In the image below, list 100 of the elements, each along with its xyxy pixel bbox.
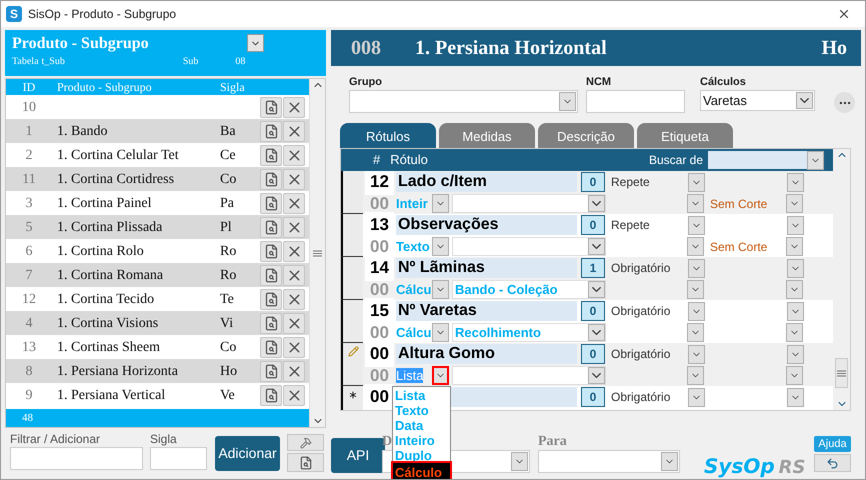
dropdown-button[interactable] [786, 323, 803, 342]
type-dropdown-button[interactable] [432, 237, 449, 256]
table-row[interactable]: 1 1. Bando Ba [6, 119, 309, 143]
back-button[interactable] [814, 454, 851, 472]
dropdown-button[interactable] [687, 237, 704, 256]
dropdown-button[interactable] [247, 34, 264, 52]
count-field[interactable]: 0 [581, 387, 605, 407]
dropdown-button[interactable] [688, 388, 705, 406]
delete-button[interactable] [283, 216, 305, 238]
delete-button[interactable] [283, 312, 305, 334]
table-row[interactable]: 4 1. Cortina Visions Vi [6, 311, 309, 335]
delete-button[interactable] [283, 192, 305, 214]
dropdown-button[interactable] [688, 172, 705, 192]
view-button[interactable] [260, 312, 282, 334]
source-select[interactable] [452, 194, 606, 213]
view-button[interactable] [260, 144, 282, 166]
id-cell-text: 3 [24, 194, 34, 212]
count-field[interactable]: 0 [581, 215, 605, 235]
more-button[interactable] [834, 92, 855, 113]
count-field[interactable]: 0 [581, 172, 605, 192]
table-label: Tabela [12, 55, 39, 69]
delete-button[interactable] [283, 384, 305, 406]
label-field[interactable]: Nº Lãminas [396, 258, 577, 278]
view-button[interactable] [260, 360, 282, 382]
dropdown-button[interactable] [787, 388, 804, 406]
view-button[interactable] [260, 216, 282, 238]
delete-button[interactable] [283, 96, 305, 118]
table-row[interactable]: 11 1. Cortina Cortidress Co [6, 167, 309, 191]
dropdown-button[interactable] [688, 216, 705, 234]
search-select[interactable] [708, 151, 824, 169]
dropdown-button[interactable] [787, 344, 804, 364]
label-field[interactable]: Altura Gomo [396, 344, 577, 364]
label-field[interactable]: Nº Varetas [396, 301, 577, 321]
view-button[interactable] [260, 264, 282, 286]
dropdown-button[interactable] [787, 302, 804, 320]
dropdown-button[interactable] [687, 194, 704, 213]
scrollbar[interactable] [833, 149, 850, 410]
delete-button[interactable] [283, 336, 305, 358]
view-button[interactable] [260, 240, 282, 262]
menu-item[interactable]: Cálculo [393, 463, 450, 479]
view-button[interactable] [260, 336, 282, 358]
dropdown-button[interactable] [687, 280, 704, 299]
dropdown-button[interactable] [511, 452, 528, 471]
count-field[interactable]: 0 [581, 301, 605, 321]
view-button[interactable] [287, 453, 324, 472]
calculos-select[interactable]: Varetas [700, 90, 815, 111]
dropdown-button[interactable] [807, 151, 824, 170]
delete-button[interactable] [283, 264, 305, 286]
dropdown-button[interactable] [786, 280, 803, 299]
table-row[interactable]: 5 1. Cortina Plissada Pl [6, 215, 309, 239]
tools-button[interactable] [287, 434, 324, 451]
view-button[interactable] [260, 192, 282, 214]
dropdown-button[interactable] [786, 366, 803, 385]
tab[interactable]: Etiqueta [637, 123, 733, 148]
count-field[interactable]: 0 [581, 344, 605, 364]
id-cell-text: 6 [24, 242, 34, 260]
delete-button[interactable] [283, 240, 305, 262]
dropdown-button[interactable] [661, 452, 678, 471]
dropdown-button[interactable] [687, 323, 704, 342]
delete-button[interactable] [283, 360, 305, 382]
type-dropdown-button[interactable] [432, 323, 449, 342]
source-select[interactable] [452, 366, 606, 385]
delete-button[interactable] [283, 120, 305, 142]
dropdown-button[interactable] [688, 258, 705, 278]
scrollbar[interactable] [309, 79, 325, 427]
table-row[interactable]: 8 1. Persiana Horizonta Ho [6, 359, 309, 383]
delete-button[interactable] [283, 144, 305, 166]
table-row[interactable]: 7 1. Cortina Romana Ro [6, 263, 309, 287]
dropdown-button[interactable] [786, 194, 803, 213]
dropdown-button[interactable] [787, 172, 804, 192]
view-button[interactable] [260, 168, 282, 190]
dropdown-button[interactable] [559, 92, 576, 111]
tab[interactable]: Medidas [439, 123, 535, 148]
tab[interactable]: Descrição [538, 123, 634, 148]
filter-field[interactable] [10, 447, 143, 470]
label-field[interactable]: Lado c/Item [396, 172, 577, 192]
source-select[interactable] [452, 237, 606, 256]
grupo-select[interactable] [349, 90, 578, 113]
dropdown-button[interactable] [688, 302, 705, 320]
type-dropdown-button[interactable] [432, 194, 449, 213]
tab[interactable]: Rótulos [340, 123, 436, 148]
add-button[interactable]: Adicionar [215, 436, 280, 471]
dropdown-button[interactable] [786, 237, 803, 256]
ncm-field[interactable] [586, 90, 685, 113]
label-field[interactable]: Observações [396, 215, 577, 235]
type-dropdown-button[interactable] [432, 280, 449, 299]
view-button[interactable] [260, 96, 282, 118]
delete-button[interactable] [283, 168, 305, 190]
type-dropdown-button[interactable] [432, 366, 449, 385]
count-field[interactable]: 1 [581, 258, 605, 278]
dropdown-button[interactable] [787, 216, 804, 234]
sigla-field[interactable] [150, 447, 207, 470]
view-button[interactable] [260, 120, 282, 142]
to-select[interactable] [538, 450, 680, 473]
delete-button[interactable] [283, 288, 305, 310]
dropdown-button[interactable] [688, 344, 705, 364]
dropdown-button[interactable] [787, 258, 804, 278]
view-button[interactable] [260, 384, 282, 406]
dropdown-button[interactable] [687, 366, 704, 385]
view-button[interactable] [260, 288, 282, 310]
